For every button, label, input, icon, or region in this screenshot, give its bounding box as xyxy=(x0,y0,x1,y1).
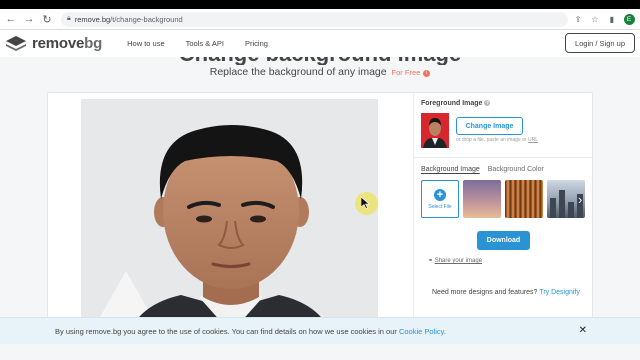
close-icon[interactable]: ✕ xyxy=(579,325,587,336)
cookie-banner: By using remove.bg you agree to the use … xyxy=(0,317,640,344)
background-tile-wood[interactable] xyxy=(505,180,543,218)
cookie-message: By using remove.bg you agree to the use … xyxy=(55,326,446,336)
forward-arrow-icon[interactable]: → xyxy=(21,11,37,27)
for-free-label: For Free xyxy=(391,68,421,77)
url-link[interactable]: URL xyxy=(528,137,538,143)
lock-icon: 🔒︎ xyxy=(67,15,71,22)
url-host: remove.bg xyxy=(74,14,111,24)
browser-address-bar: ← → ↻ 🔒︎ remove.bg/t/change-background ⇪… xyxy=(0,9,640,30)
select-file-label: Select File xyxy=(428,203,452,210)
panel-divider xyxy=(414,157,592,158)
brand-name: removebg xyxy=(32,35,103,52)
nav-tools-api[interactable]: Tools & API xyxy=(186,39,224,48)
subtitle-text: Replace the background of any image xyxy=(209,66,387,78)
background-tile-sunset[interactable] xyxy=(463,180,501,218)
tab-background-color[interactable]: Background Color xyxy=(488,166,544,173)
back-arrow-icon[interactable]: ← xyxy=(3,11,19,27)
url-field[interactable]: 🔒︎ remove.bg/t/change-background xyxy=(61,11,568,27)
plus-icon: + xyxy=(434,188,446,201)
tab-background-image[interactable]: Background Image xyxy=(421,166,480,173)
url-path: /t/change-background xyxy=(110,14,183,24)
cursor-highlight xyxy=(355,192,378,215)
options-panel: Foreground Image? Change Image or drop a… xyxy=(413,93,592,331)
background-tabs: Background Image Background Color xyxy=(421,166,552,173)
share-icon[interactable]: ⇪ xyxy=(571,12,585,26)
city-building xyxy=(559,190,565,218)
login-signup-button[interactable]: Login / Sign up xyxy=(564,33,635,53)
hero-title-clip: Change background image xyxy=(0,57,640,65)
download-button[interactable]: Download xyxy=(477,231,530,250)
drop-hint: or drop a file, paste an image or URL xyxy=(456,137,539,143)
sidebar-icon[interactable]: ▮ xyxy=(605,12,619,26)
editor-card: Foreground Image? Change Image or drop a… xyxy=(47,92,593,332)
mouse-pointer-icon xyxy=(361,197,370,209)
city-building xyxy=(568,202,574,218)
reload-icon[interactable]: ↻ xyxy=(39,11,55,27)
info-icon[interactable]: i xyxy=(423,70,431,77)
profile-avatar[interactable]: E xyxy=(622,12,636,26)
brand-logo[interactable]: removebg xyxy=(5,35,102,53)
upsell-text: Need more designs and features? Try Desi… xyxy=(432,289,580,296)
image-preview xyxy=(81,99,378,331)
share-icon: ⚭ xyxy=(428,258,434,264)
share-link[interactable]: ⚭ Share your image xyxy=(428,257,482,264)
star-icon[interactable]: ☆ xyxy=(588,12,602,26)
background-gallery: + Select File xyxy=(421,180,589,218)
foreground-thumbnail[interactable] xyxy=(421,113,449,148)
help-icon[interactable]: ? xyxy=(484,100,491,106)
page-title: Change background image xyxy=(0,57,640,65)
foreground-image-label: Foreground Image? xyxy=(421,100,491,107)
gallery-next-icon[interactable]: › xyxy=(578,192,582,207)
city-building xyxy=(550,198,556,218)
main-nav: How to use Tools & API Pricing xyxy=(127,39,289,48)
nav-pricing[interactable]: Pricing xyxy=(245,39,268,48)
browser-toolbar-icons: ⇪ ☆ ▮ E xyxy=(568,12,636,26)
site-header: removebg How to use Tools & API Pricing … xyxy=(0,30,640,57)
select-file-tile[interactable]: + Select File xyxy=(421,180,459,218)
browser-top-strip xyxy=(0,0,640,9)
logo-mark-icon xyxy=(6,35,26,51)
nav-how-to-use[interactable]: How to use xyxy=(127,39,165,48)
hero-subtitle: Replace the background of any image For … xyxy=(0,66,640,78)
change-image-button[interactable]: Change Image xyxy=(456,117,523,135)
thumbnail-portrait xyxy=(423,118,447,148)
portrait-photo xyxy=(92,125,331,331)
cookie-policy-link[interactable]: Cookie Policy xyxy=(399,327,444,336)
page-bottom xyxy=(0,344,640,360)
profile-initial: E xyxy=(623,13,635,25)
try-designify-link[interactable]: Try Designify xyxy=(539,289,580,296)
